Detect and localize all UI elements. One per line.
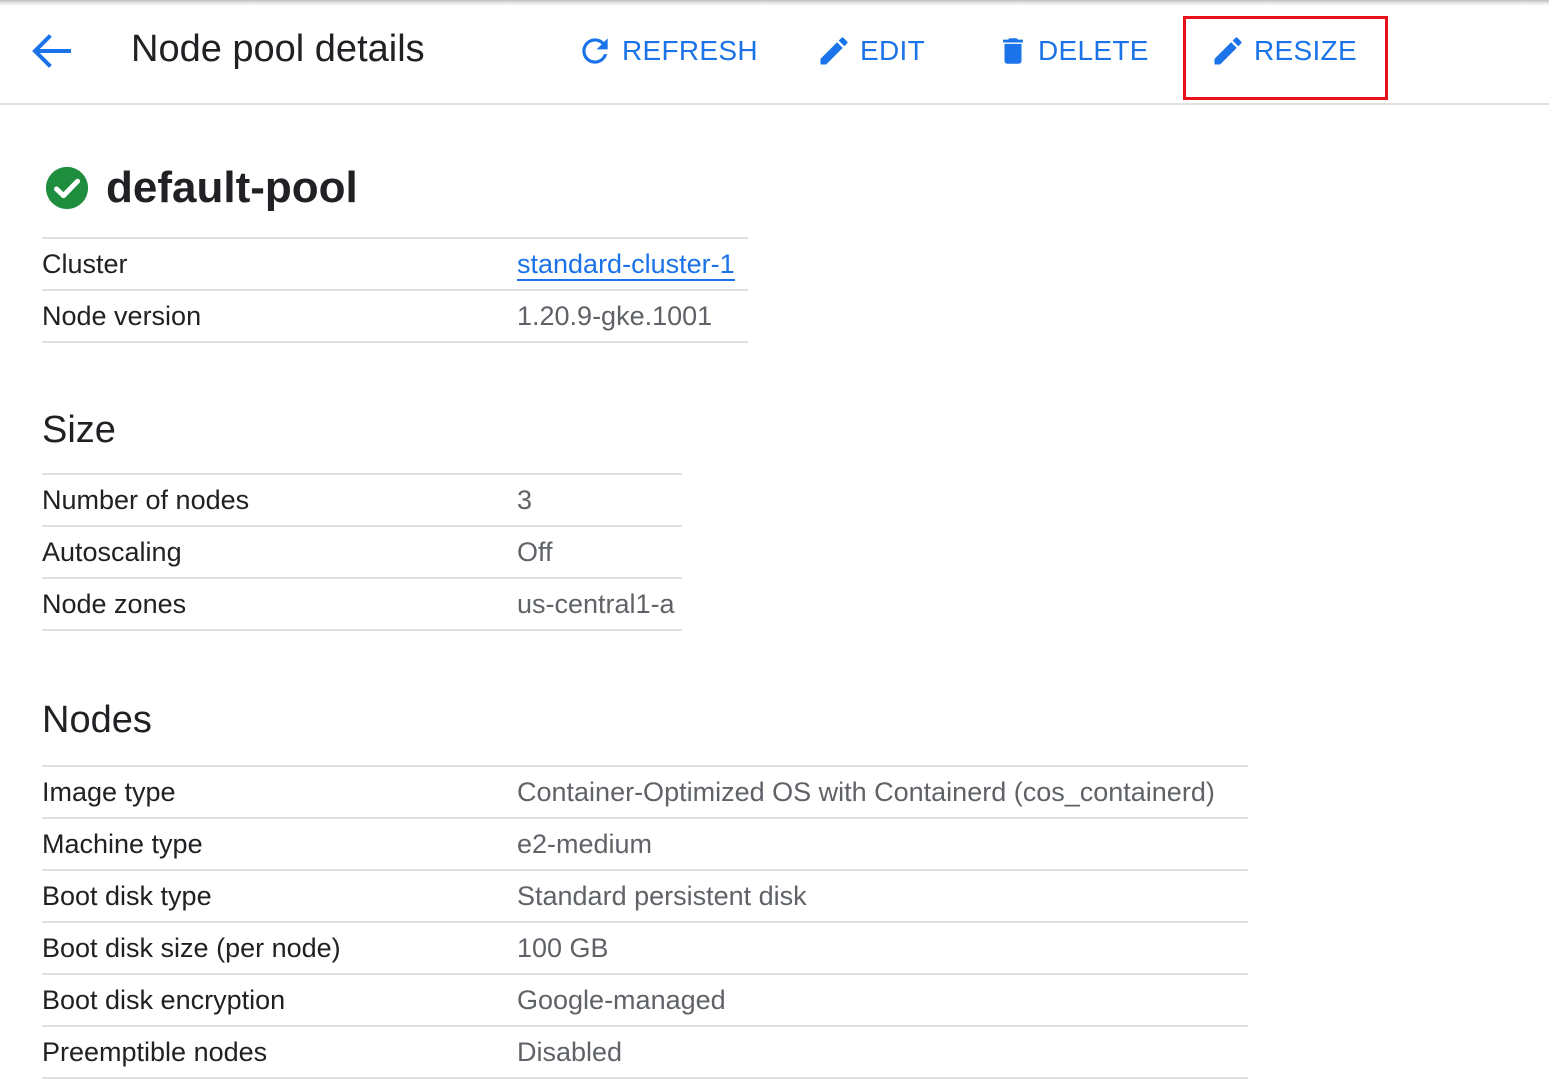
row-label: Autoscaling [42,537,182,567]
cluster-link[interactable]: standard-cluster-1 [517,249,735,281]
pencil-icon [816,33,852,69]
row-label: Node zones [42,589,187,619]
refresh-label: REFRESH [622,35,758,66]
table-row: Machine type e2-medium [42,819,1248,871]
resize-label: RESIZE [1254,35,1357,66]
row-value: us-central1-a [517,589,675,619]
row-value: 3 [517,485,533,515]
node-version-label: Node version [42,301,202,331]
node-version-value: 1.20.9-gke.1001 [517,301,713,331]
size-heading: Size [42,409,116,451]
arrow-back-icon [32,34,71,68]
cluster-label: Cluster [42,249,128,279]
delete-label: DELETE [1038,35,1149,66]
table-row: Boot disk encryption Google-managed [42,975,1248,1027]
page-title: Node pool details [131,28,425,70]
pool-title: default-pool [44,160,358,216]
row-label: Number of nodes [42,485,250,515]
row-value: Off [517,537,553,567]
table-row: Node version 1.20.9-gke.1001 [42,291,748,343]
row-value: Disabled [517,1037,623,1067]
table-row: Boot disk type Standard persistent disk [42,871,1248,923]
row-label: Image type [42,777,176,807]
table-row: Cluster standard-cluster-1 [42,239,748,291]
row-label: Boot disk type [42,881,212,911]
delete-button[interactable]: DELETE [996,26,1149,76]
resize-button[interactable]: RESIZE [1210,26,1357,76]
row-label: Machine type [42,829,203,859]
table-row: Boot disk size (per node) 100 GB [42,923,1248,975]
size-table: Number of nodes 3 Autoscaling Off Node z… [42,473,682,631]
refresh-icon [576,32,614,70]
trash-icon [996,33,1030,69]
edit-button[interactable]: EDIT [816,26,925,76]
row-label: Preemptible nodes [42,1037,268,1067]
row-value: 100 GB [517,933,609,963]
pencil-icon [1210,33,1246,69]
table-row: Preemptible nodes Disabled [42,1027,1248,1079]
page-header: Node pool details REFRESH EDIT DELETE RE… [0,0,1549,105]
check-circle-icon [45,166,89,210]
table-row: Image type Container-Optimized OS with C… [42,767,1248,819]
row-value: e2-medium [517,829,653,859]
row-value: Google-managed [517,985,726,1015]
table-row: Autoscaling Off [42,527,682,579]
edit-label: EDIT [860,35,925,66]
refresh-button[interactable]: REFRESH [576,26,758,76]
table-row: Node zones us-central1-a [42,579,682,631]
back-button[interactable] [28,30,74,72]
row-label: Boot disk size (per node) [42,933,341,963]
row-value: Standard persistent disk [517,881,807,911]
nodes-heading: Nodes [42,699,152,741]
pool-details-table: Cluster standard-cluster-1 Node version … [42,237,748,343]
row-label: Boot disk encryption [42,985,286,1015]
pool-name: default-pool [106,163,358,212]
row-value: Container-Optimized OS with Containerd (… [517,777,1215,807]
table-row: Number of nodes 3 [42,475,682,527]
nodes-table: Image type Container-Optimized OS with C… [42,765,1248,1079]
